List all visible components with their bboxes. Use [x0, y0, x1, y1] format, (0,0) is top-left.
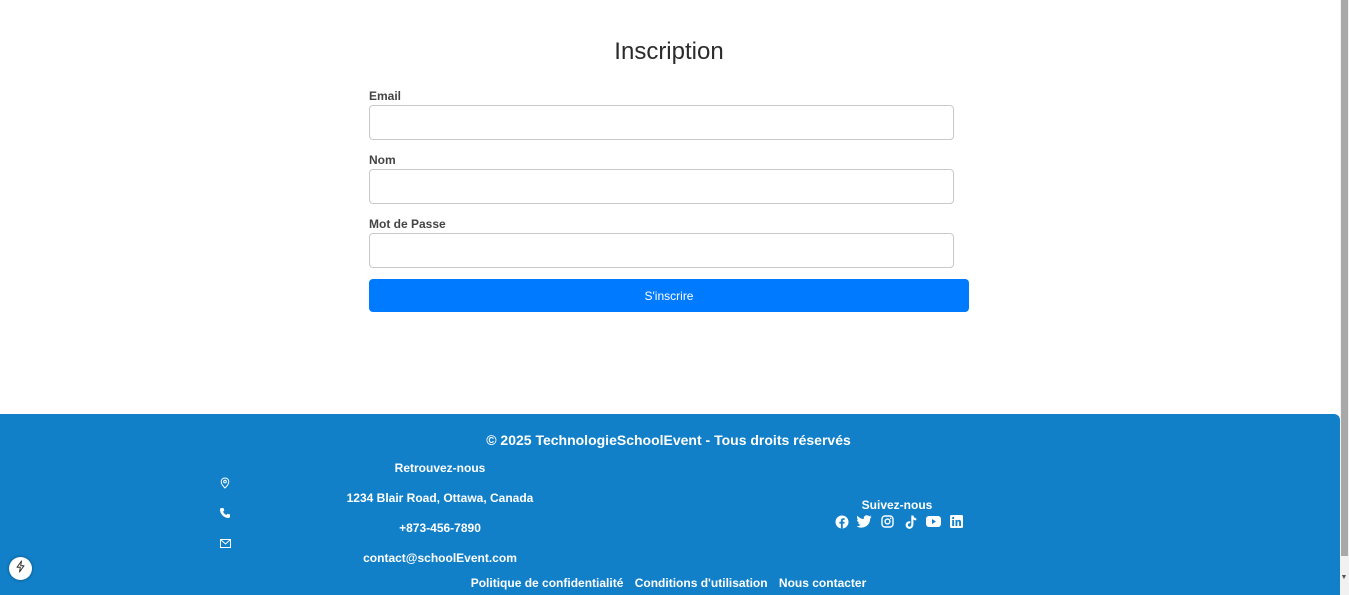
bolt-badge[interactable] [9, 557, 32, 580]
contact-email: contact@schoolEvent.com [363, 551, 517, 565]
password-label: Mot de Passe [369, 217, 446, 231]
page: Inscription Email Nom Mot de Passe S'ins… [0, 0, 1349, 595]
contact-link[interactable]: Nous contacter [779, 576, 866, 590]
phone-icon [217, 506, 233, 520]
youtube-icon[interactable] [926, 514, 941, 529]
privacy-link[interactable]: Politique de confidentialité [471, 576, 624, 590]
contact-heading: Retrouvez-nous [394, 461, 486, 475]
linkedin-icon[interactable] [949, 514, 964, 529]
contact-phone: +873-456-7890 [399, 521, 481, 535]
twitter-icon[interactable] [857, 514, 872, 529]
envelope-icon [217, 536, 233, 550]
follow-heading: Suivez-nous [861, 498, 933, 512]
footer: © 2025 TechnologieSchoolEvent - Tous dro… [0, 414, 1340, 595]
footer-links: Politique de confidentialité Conditions … [0, 576, 1337, 590]
email-field[interactable] [369, 105, 954, 140]
scroll-down-icon[interactable]: ▼ [1340, 573, 1348, 583]
social-links [834, 514, 964, 529]
email-label: Email [369, 89, 402, 103]
name-field[interactable] [369, 169, 954, 204]
scrollbar-thumb[interactable] [1341, 0, 1348, 556]
facebook-icon[interactable] [834, 514, 849, 529]
lightning-icon [15, 560, 26, 578]
instagram-icon[interactable] [880, 514, 895, 529]
location-pin-icon [217, 476, 233, 490]
tiktok-icon[interactable] [903, 514, 918, 529]
contact-address: 1234 Blair Road, Ottawa, Canada [346, 491, 534, 505]
scrollbar[interactable]: ▼ [1340, 0, 1349, 595]
copyright-text: © 2025 TechnologieSchoolEvent - Tous dro… [486, 432, 851, 448]
signup-button[interactable]: S'inscrire [369, 279, 969, 312]
name-label: Nom [369, 153, 396, 167]
terms-link[interactable]: Conditions d'utilisation [635, 576, 768, 590]
password-field[interactable] [369, 233, 954, 268]
page-title: Inscription [614, 38, 724, 65]
